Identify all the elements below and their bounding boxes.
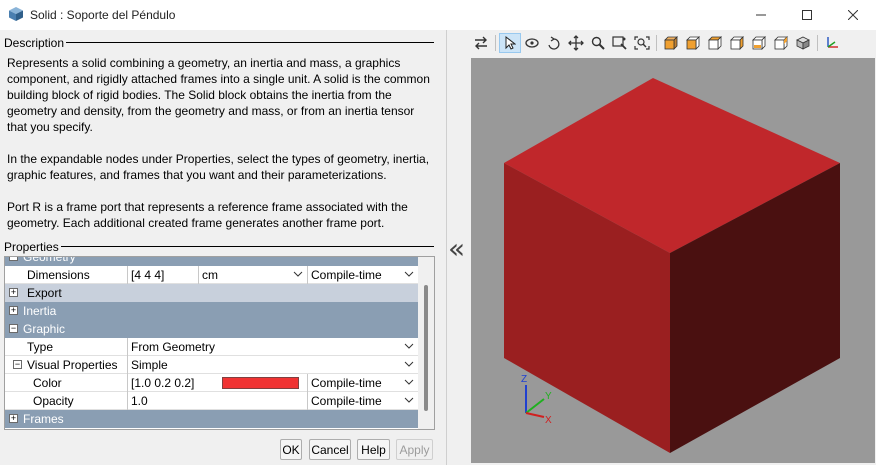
visual-properties-label: Visual Properties [27, 358, 118, 372]
minimize-icon [756, 14, 766, 16]
cancel-button[interactable]: Cancel [309, 439, 351, 460]
color-swatch[interactable] [222, 377, 299, 389]
inertia-group-row[interactable]: + Inertia [5, 302, 418, 320]
dimensions-unit-select[interactable]: cm [198, 266, 307, 284]
triad-y-label: Y [545, 391, 552, 402]
rotate-icon[interactable] [521, 33, 543, 53]
chevron-down-icon [404, 397, 414, 403]
properties-scrollbar[interactable] [418, 257, 434, 429]
export-row[interactable]: + Export [5, 284, 418, 302]
toolbar-separator [656, 35, 657, 51]
zoom-box-icon[interactable] [609, 33, 631, 53]
color-value: [1.0 0.2 0.2] [131, 376, 195, 390]
color-value-field[interactable]: [1.0 0.2 0.2] [127, 374, 307, 392]
solid-preview: Z Y X [504, 78, 840, 453]
apply-button[interactable]: Apply [396, 439, 433, 460]
view-bottom-icon[interactable] [770, 33, 792, 53]
viewer-toolbar [470, 32, 843, 54]
collapse-icon[interactable]: − [13, 360, 22, 369]
roll-icon[interactable] [543, 33, 565, 53]
collapse-pane-button[interactable]: « [448, 232, 465, 265]
export-label: Export [27, 286, 62, 300]
mode-value: Compile-time [311, 268, 382, 282]
triad-z-label: Z [521, 374, 527, 385]
description-heading: Description [4, 36, 67, 50]
collapse-icon[interactable]: − [9, 324, 18, 333]
color-row: Color [1.0 0.2 0.2] Compile-time [5, 374, 418, 392]
color-label: Color [33, 376, 62, 390]
opacity-mode-select[interactable]: Compile-time [307, 392, 418, 410]
type-select[interactable]: From Geometry [127, 338, 418, 356]
fit-view-icon[interactable] [631, 33, 653, 53]
type-row: Type From Geometry [5, 338, 418, 356]
chevron-down-icon [404, 379, 414, 385]
properties-table: − Geometry Dimensions [4 4 4] cm Compile… [4, 256, 435, 430]
opacity-value-field[interactable]: 1.0 [127, 392, 307, 410]
view-top-icon[interactable] [748, 33, 770, 53]
group-label: Graphic [23, 322, 66, 336]
description-paragraph: In the expandable nodes under Properties… [7, 152, 430, 182]
axes-triad-icon[interactable] [821, 33, 843, 53]
collapse-icon[interactable]: − [9, 257, 18, 261]
description-paragraph: Represents a solid combining a geometry,… [7, 56, 430, 134]
scrollbar-thumb[interactable] [424, 285, 428, 411]
group-label: Geometry [23, 256, 76, 264]
visual-properties-row: − Visual Properties Simple [5, 356, 418, 374]
dimensions-label: Dimensions [27, 268, 90, 282]
expand-icon[interactable]: + [9, 288, 18, 297]
view-isometric-icon[interactable] [792, 33, 814, 53]
chevron-down-icon [404, 343, 414, 349]
dimensions-row: Dimensions [4 4 4] cm Compile-time [5, 266, 418, 284]
visual-properties-select[interactable]: Simple [127, 356, 418, 374]
group-label: Inertia [23, 304, 57, 318]
description-text: Represents a solid combining a geometry,… [7, 55, 432, 231]
dimensions-mode-select[interactable]: Compile-time [307, 266, 418, 284]
graphic-group-row[interactable]: − Graphic [5, 320, 418, 338]
type-value: From Geometry [131, 340, 216, 354]
maximize-icon [802, 10, 812, 20]
expand-icon[interactable]: + [9, 414, 18, 423]
close-icon [848, 10, 858, 20]
view-left-icon[interactable] [704, 33, 726, 53]
3d-viewport[interactable]: Z Y X [471, 58, 875, 463]
mode-value: Compile-time [311, 376, 382, 390]
minimize-button[interactable] [738, 0, 784, 30]
triad-x-label: X [545, 415, 552, 426]
select-pointer-icon[interactable] [499, 33, 521, 53]
description-divider [66, 42, 434, 43]
ok-button[interactable]: OK [280, 439, 302, 460]
frames-group-row[interactable]: + Frames [5, 410, 418, 428]
title-bar: Solid : Soporte del Péndulo [0, 0, 876, 30]
maximize-button[interactable] [784, 0, 830, 30]
view-right-icon[interactable] [726, 33, 748, 53]
group-label: Frames [23, 412, 64, 426]
dimensions-value-field[interactable]: [4 4 4] [127, 266, 198, 284]
toolbar-separator [817, 35, 818, 51]
toolbar-separator [495, 35, 496, 51]
description-paragraph: Port R is a frame port that represents a… [7, 200, 408, 230]
geometry-group-row[interactable]: − Geometry [5, 256, 418, 266]
opacity-row: Opacity 1.0 Compile-time [5, 392, 418, 410]
chevron-down-icon [404, 361, 414, 367]
zoom-icon[interactable] [587, 33, 609, 53]
swap-icon[interactable] [470, 33, 492, 53]
mode-value: Compile-time [311, 394, 382, 408]
visual-properties-value: Simple [131, 358, 168, 372]
unit-value: cm [202, 268, 218, 282]
chevron-down-icon [293, 271, 303, 277]
pan-icon[interactable] [565, 33, 587, 53]
properties-divider [60, 246, 434, 247]
opacity-label: Opacity [33, 394, 74, 408]
cube-icon [9, 7, 23, 21]
close-button[interactable] [830, 0, 876, 30]
color-mode-select[interactable]: Compile-time [307, 374, 418, 392]
chevron-down-icon [404, 271, 414, 277]
view-back-icon[interactable] [682, 33, 704, 53]
properties-heading: Properties [4, 240, 61, 254]
type-label: Type [27, 340, 54, 354]
help-button[interactable]: Help [357, 439, 390, 460]
expand-icon[interactable]: + [9, 306, 18, 315]
view-front-icon[interactable] [660, 33, 682, 53]
window-title: Solid : Soporte del Péndulo [30, 8, 176, 22]
